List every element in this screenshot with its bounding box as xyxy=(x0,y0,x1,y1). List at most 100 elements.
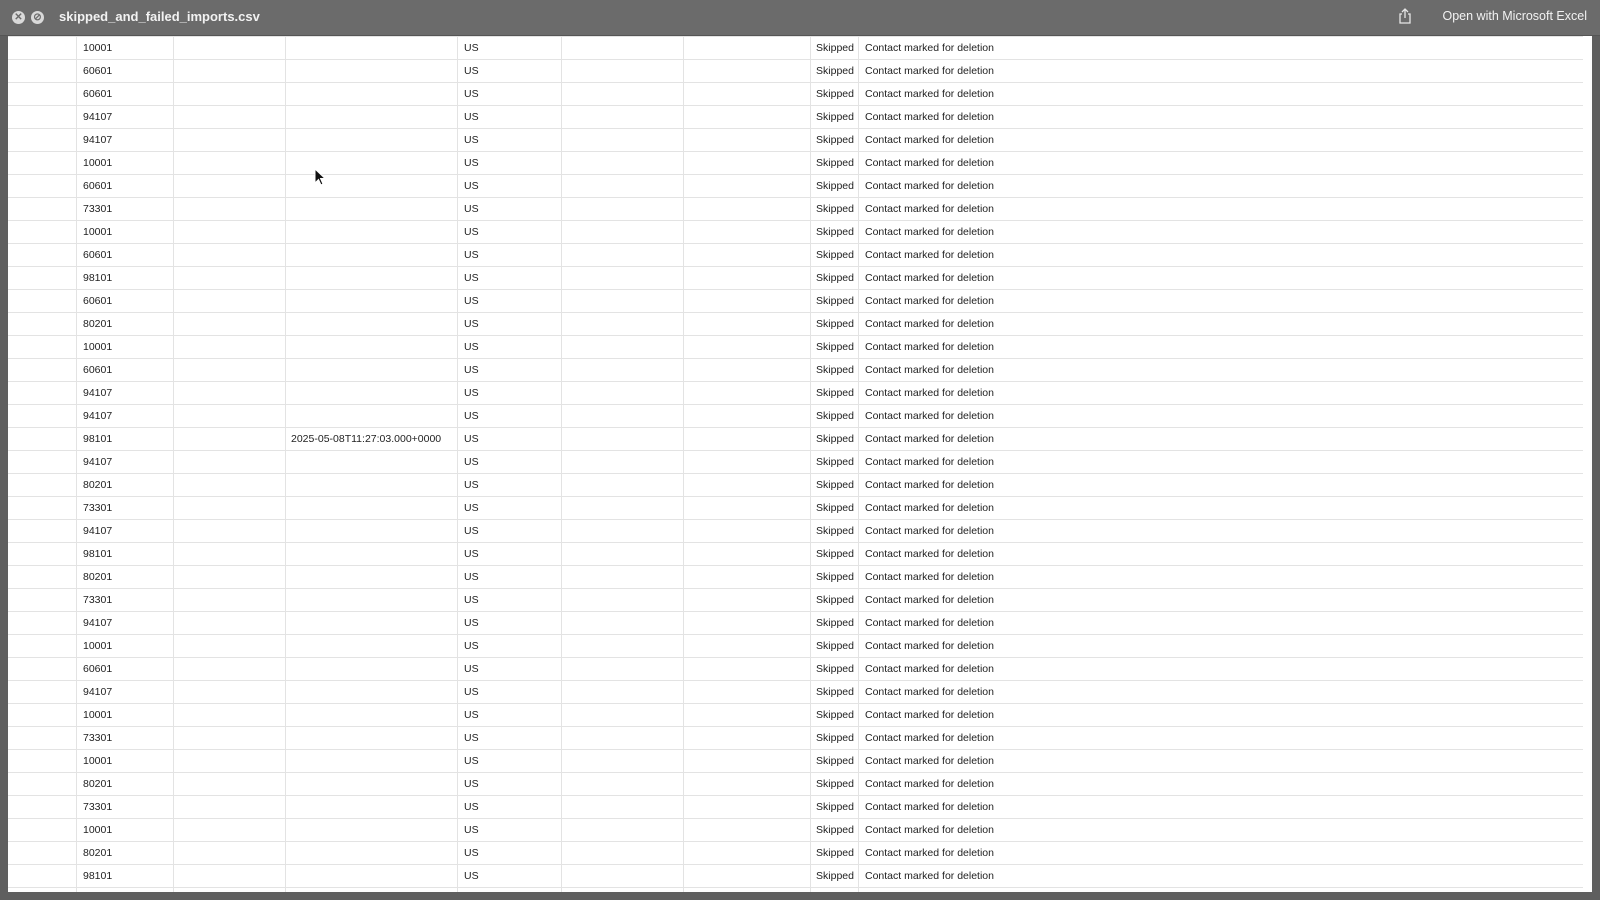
table-row[interactable]: 94107 US Skipped Contact marked for deletio… xyxy=(8,106,1583,129)
cell-zip[interactable]: 10001 xyxy=(77,221,174,243)
cell-status[interactable]: Skipped xyxy=(811,221,859,243)
cell-empty[interactable] xyxy=(684,635,811,657)
cell-reason[interactable]: Contact marked for deletion xyxy=(859,704,1583,726)
cell-empty[interactable] xyxy=(174,451,286,473)
cell-empty[interactable] xyxy=(684,704,811,726)
cell-empty[interactable] xyxy=(8,658,77,680)
cell-status[interactable]: Skipped xyxy=(811,244,859,266)
cell-reason[interactable]: Contact marked for deletion xyxy=(859,635,1583,657)
cell-ts[interactable] xyxy=(286,635,458,657)
cell-country[interactable]: US xyxy=(458,566,562,588)
cell-empty[interactable] xyxy=(8,681,77,703)
cell-zip[interactable]: 60601 xyxy=(77,244,174,266)
cell-empty[interactable] xyxy=(684,474,811,496)
cell-empty[interactable] xyxy=(8,313,77,335)
cell-empty[interactable] xyxy=(562,175,684,197)
cell-reason[interactable]: Contact marked for deletion xyxy=(859,313,1583,335)
cell-status[interactable]: Skipped xyxy=(811,520,859,542)
cell-ts[interactable] xyxy=(286,244,458,266)
cell-empty[interactable] xyxy=(174,773,286,795)
cell-status[interactable]: Skipped xyxy=(811,865,859,887)
cell-empty[interactable] xyxy=(8,405,77,427)
cell-empty[interactable] xyxy=(562,221,684,243)
cell-zip[interactable]: 94107 xyxy=(77,405,174,427)
table-row[interactable]: 73301 US Skipped Contact marked for deletio… xyxy=(8,727,1583,750)
cell-country[interactable]: US xyxy=(458,704,562,726)
cell-zip[interactable]: 80201 xyxy=(77,566,174,588)
open-with-excel-button[interactable]: Open with Microsoft Excel xyxy=(1443,9,1588,23)
table-row[interactable]: 80201 US SkippedContact marked for deletio… xyxy=(8,773,1583,796)
cell-reason[interactable]: Contact marked for deletion xyxy=(859,819,1583,841)
cell-reason[interactable]: Contact marked for deletion xyxy=(859,152,1583,174)
cell-country[interactable]: US xyxy=(458,589,562,611)
cell-empty[interactable] xyxy=(174,842,286,864)
cell-country[interactable]: US xyxy=(458,727,562,749)
cell-empty[interactable] xyxy=(562,106,684,128)
cell-reason[interactable]: Contact marked for deletion xyxy=(859,428,1583,450)
cell-empty[interactable] xyxy=(562,290,684,312)
table-row[interactable]: 60601 US Skipped Contact marked for deletio… xyxy=(8,359,1583,382)
table-row[interactable]: 60601 US Skipped Contact marked for deletio… xyxy=(8,244,1583,267)
cell-zip[interactable]: 94107 xyxy=(77,681,174,703)
cell-empty[interactable] xyxy=(8,520,77,542)
cell-empty[interactable] xyxy=(8,727,77,749)
cell-status[interactable]: Skipped xyxy=(811,704,859,726)
table-row[interactable]: 94107 US Skipped Contact marked for deletio… xyxy=(8,451,1583,474)
cell-empty[interactable] xyxy=(684,129,811,151)
cell-empty[interactable] xyxy=(684,842,811,864)
cell-country[interactable]: US xyxy=(458,520,562,542)
cell-country[interactable]: US xyxy=(458,658,562,680)
cell-reason[interactable]: Contact marked for deletion xyxy=(859,198,1583,220)
cell-empty[interactable] xyxy=(8,750,77,772)
cell-empty[interactable] xyxy=(684,773,811,795)
cell-empty[interactable] xyxy=(684,60,811,82)
cell-ts[interactable] xyxy=(286,842,458,864)
cell-empty[interactable] xyxy=(562,336,684,358)
cell-reason[interactable]: Contact marked for deletion xyxy=(859,60,1583,82)
table-row[interactable]: 98101 US SkippedContact marked for deletio… xyxy=(8,267,1583,290)
cell-ts[interactable] xyxy=(286,520,458,542)
cell-empty[interactable] xyxy=(562,267,684,289)
table-row[interactable]: 60601 US Skipped Contact marked for deletio… xyxy=(8,83,1583,106)
cell-zip[interactable]: 60601 xyxy=(77,658,174,680)
table-row[interactable]: 94107 US Skipped Contact marked for deletio… xyxy=(8,681,1583,704)
cell-empty[interactable] xyxy=(174,474,286,496)
cell-zip[interactable]: 73301 xyxy=(77,497,174,519)
table-row[interactable]: 80201 US SkippedContact marked for deletio… xyxy=(8,313,1583,336)
cell-empty[interactable] xyxy=(562,428,684,450)
cell-empty[interactable] xyxy=(562,888,684,892)
cell-empty[interactable] xyxy=(562,865,684,887)
cell-country[interactable]: US xyxy=(458,198,562,220)
cell-ts[interactable] xyxy=(286,336,458,358)
cell-empty[interactable] xyxy=(8,152,77,174)
cell-empty[interactable] xyxy=(562,405,684,427)
cell-ts[interactable] xyxy=(286,267,458,289)
cell-empty[interactable] xyxy=(8,543,77,565)
table-row[interactable]: 98101 US SkippedContact marked for deletio… xyxy=(8,543,1583,566)
cell-country[interactable]: US xyxy=(458,750,562,772)
cell-status[interactable]: Skipped xyxy=(811,750,859,772)
cell-empty[interactable] xyxy=(174,750,286,772)
table-row[interactable]: 98101 2025-05-08T11:27:03.000+0000 US Skipp… xyxy=(8,428,1583,451)
cell-country[interactable]: US xyxy=(458,796,562,818)
cell-empty[interactable] xyxy=(684,359,811,381)
cell-empty[interactable] xyxy=(684,244,811,266)
cell-ts[interactable] xyxy=(286,106,458,128)
cell-country[interactable]: US xyxy=(458,60,562,82)
cell-country[interactable]: US xyxy=(458,888,562,892)
cell-country[interactable]: US xyxy=(458,842,562,864)
cell-empty[interactable] xyxy=(174,198,286,220)
cell-country[interactable]: US xyxy=(458,267,562,289)
cell-empty[interactable] xyxy=(174,60,286,82)
cell-status[interactable]: Skipped xyxy=(811,313,859,335)
cell-status[interactable]: Skipped xyxy=(811,773,859,795)
cell-empty[interactable] xyxy=(174,290,286,312)
cell-empty[interactable] xyxy=(562,382,684,404)
cell-status[interactable]: Skipped xyxy=(811,796,859,818)
cell-ts[interactable] xyxy=(286,704,458,726)
cell-status[interactable]: Skipped xyxy=(811,589,859,611)
cell-empty[interactable] xyxy=(174,83,286,105)
cell-reason[interactable]: Contact marked for deletion xyxy=(859,267,1583,289)
cell-country[interactable]: US xyxy=(458,221,562,243)
cell-status[interactable]: Skipped xyxy=(811,543,859,565)
